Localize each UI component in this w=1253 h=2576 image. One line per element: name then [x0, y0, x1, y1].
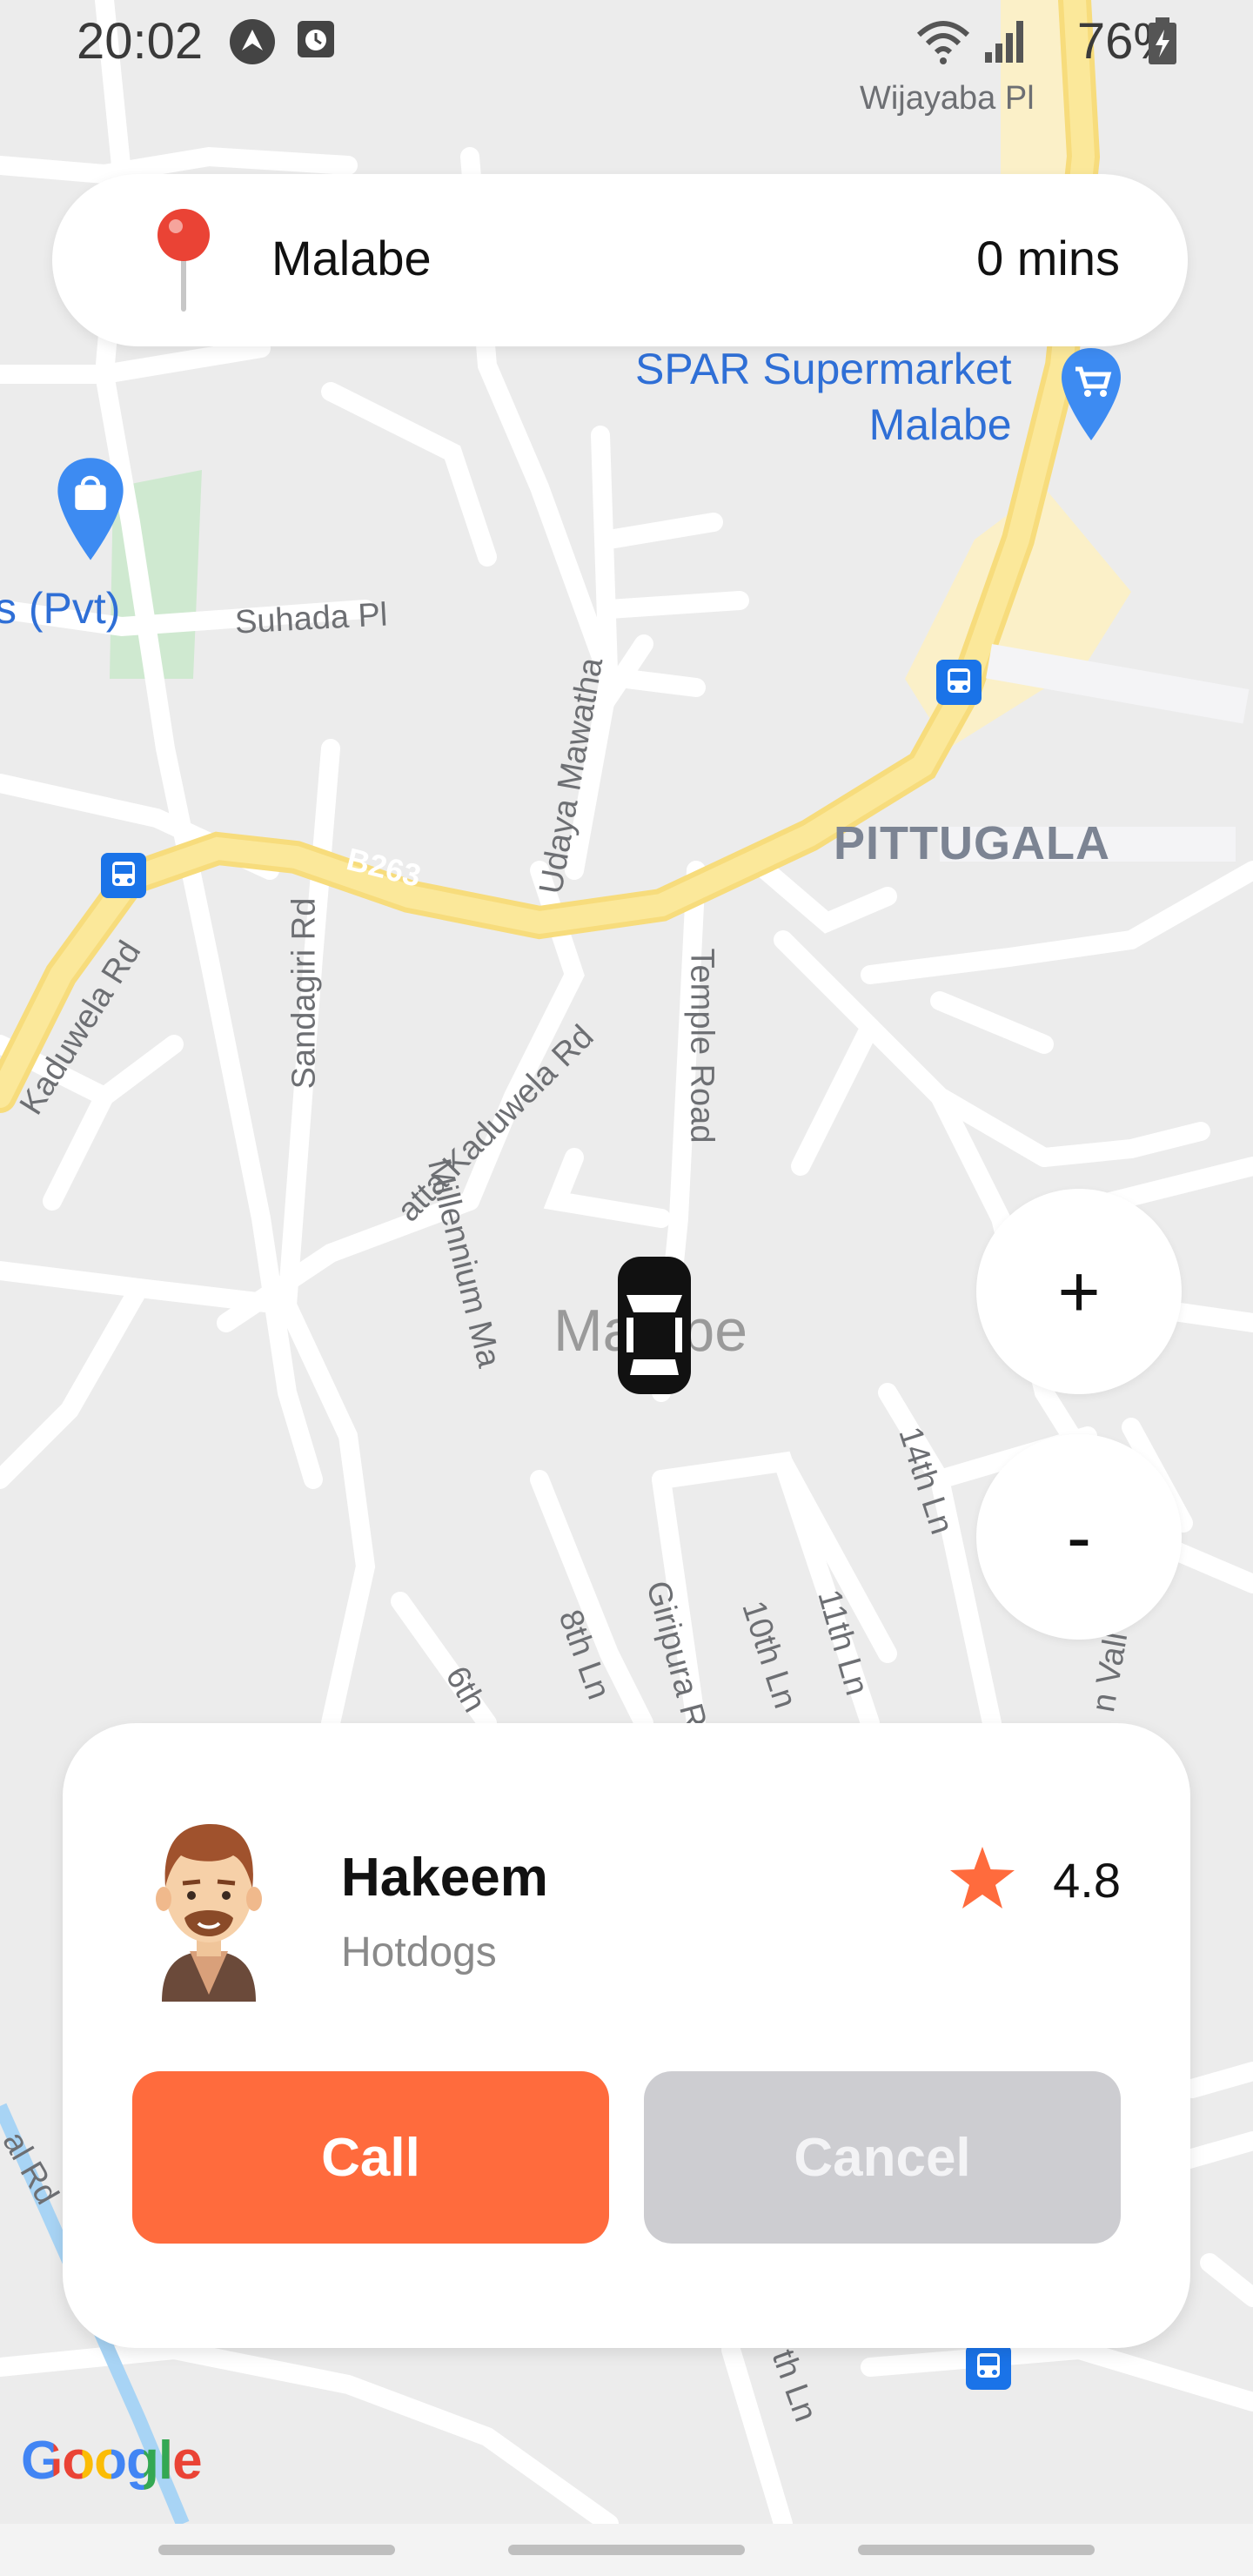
nav-home-button[interactable]: [508, 2545, 745, 2555]
cart-icon[interactable]: [1060, 346, 1122, 444]
battery-icon: [1149, 17, 1176, 64]
driver-name: Hakeem: [341, 1848, 548, 1908]
google-logo: Google: [21, 2431, 203, 2491]
nav-back-button[interactable]: [858, 2545, 1095, 2555]
shopping-bag-icon[interactable]: [56, 456, 125, 564]
destination-eta: 0 mins: [976, 231, 1120, 285]
car-icon[interactable]: [614, 1253, 694, 1398]
destination-name: Malabe: [271, 231, 432, 285]
wifi-icon: [916, 21, 970, 64]
signal-icon: [985, 21, 1023, 63]
status-bar: 20:02 76%: [0, 0, 1253, 84]
cancel-button[interactable]: Cancel: [644, 2071, 1121, 2244]
poi-pvt[interactable]: s (Pvt): [0, 583, 120, 634]
clock-notification-icon: [298, 21, 334, 57]
zoom-out-button[interactable]: -: [976, 1434, 1182, 1640]
destination-card[interactable]: Malabe 0 mins: [52, 174, 1188, 346]
nav-recents-button[interactable]: [158, 2545, 395, 2555]
road-label-temple: Temple Road: [683, 948, 720, 1144]
road-label-sandagiri: Sandagiri Rd: [285, 897, 323, 1090]
road-label-wijayaba: Wijayaba Pl: [860, 80, 1035, 117]
zoom-in-button[interactable]: +: [976, 1189, 1182, 1394]
map-pin-icon: [157, 209, 210, 312]
driver-subtitle: Hotdogs: [341, 1929, 497, 1976]
star-icon: [950, 1847, 1015, 1909]
bus-stop-icon[interactable]: [936, 660, 982, 705]
call-button[interactable]: Call: [132, 2071, 609, 2244]
driver-card: Hakeem Hotdogs 4.8 Call Cancel: [63, 1723, 1190, 2348]
bus-stop-icon[interactable]: [966, 2345, 1011, 2390]
driver-rating: 4.8: [1053, 1853, 1121, 1908]
area-label-pittugala: PITTUGALA: [834, 817, 1110, 869]
status-time: 20:02: [77, 13, 204, 70]
nav-arrow-icon: [230, 19, 275, 64]
poi-spar-supermarket[interactable]: SPAR Supermarket Malabe: [635, 341, 1012, 453]
avatar: [156, 1824, 262, 2002]
bus-stop-icon[interactable]: [101, 853, 146, 898]
system-nav-bar: [0, 2524, 1253, 2576]
road-label-suhada: Suhada Pl: [233, 596, 389, 641]
